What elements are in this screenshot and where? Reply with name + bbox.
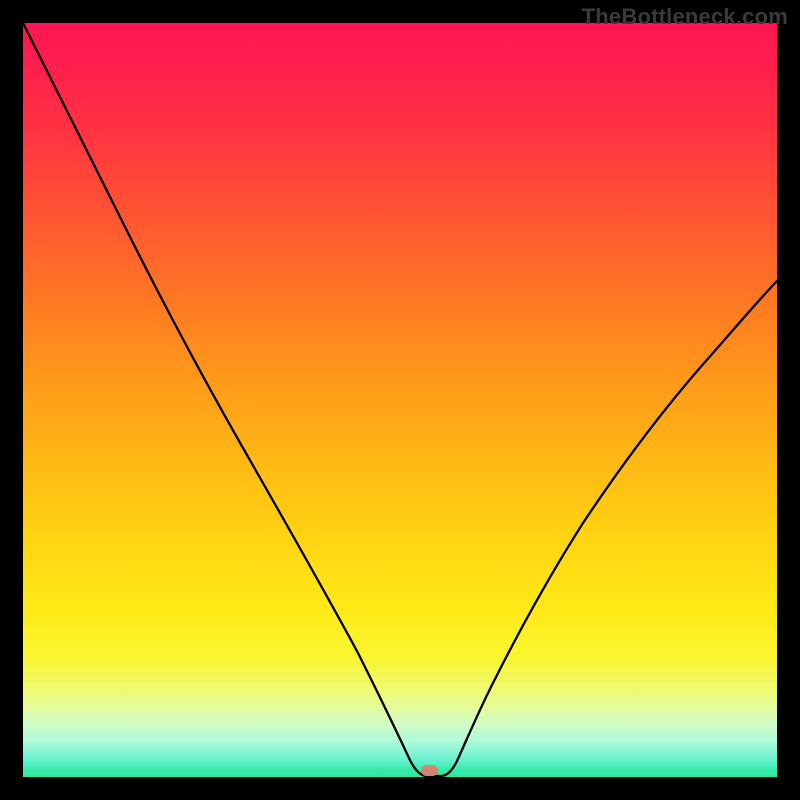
plot-area xyxy=(23,23,777,777)
optimal-point-marker xyxy=(421,765,438,776)
chart-container: TheBottleneck.com xyxy=(0,0,800,800)
watermark-text: TheBottleneck.com xyxy=(582,4,788,30)
bottleneck-curve-path xyxy=(23,23,777,776)
curve-svg xyxy=(23,23,777,777)
